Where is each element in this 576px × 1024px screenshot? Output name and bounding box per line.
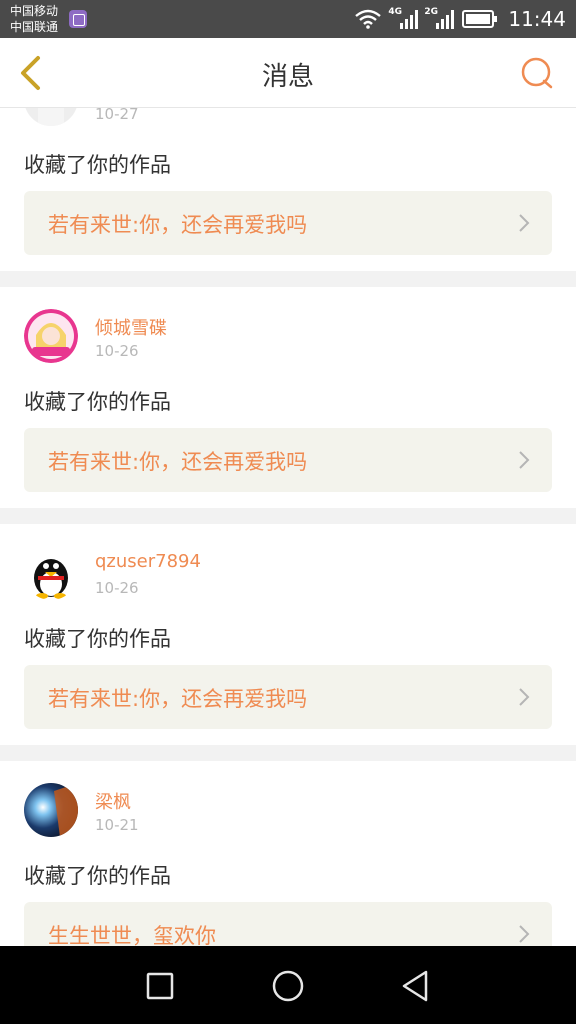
work-title: 若有来世:你，还会再爱我吗 — [48, 450, 308, 474]
avatar[interactable] — [24, 309, 78, 363]
work-link[interactable]: 若有来世:你，还会再爱我吗 — [24, 428, 552, 492]
carrier-1: 中国移动 — [10, 4, 59, 18]
work-link[interactable]: 生生世世，玺欢你 — [24, 902, 552, 946]
carrier-2: 中国联通 — [10, 20, 59, 34]
signal-1-icon: 4G — [388, 7, 419, 31]
square-icon[interactable] — [140, 966, 180, 1006]
action-text: 收藏了你的作品 — [24, 864, 171, 888]
avatar[interactable] — [24, 108, 78, 126]
message-card: 倾城雪碟 10-26 收藏了你的作品 若有来世:你，还会再爱我吗 — [0, 287, 576, 508]
wifi-icon — [355, 9, 382, 29]
work-link[interactable]: 若有来世:你，还会再爱我吗 — [24, 665, 552, 729]
action-text: 收藏了你的作品 — [24, 627, 171, 651]
action-text: 收藏了你的作品 — [24, 153, 171, 177]
work-title: 若有来世:你，还会再爱我吗 — [48, 213, 308, 237]
system-nav-bar — [0, 946, 576, 1024]
username[interactable]: qzuser7894 — [95, 551, 201, 572]
signal-2-icon: 2G — [424, 7, 456, 31]
message-card: 10-27 收藏了你的作品 若有来世:你，还会再爱我吗 — [0, 108, 576, 271]
triangle-back-icon[interactable] — [396, 966, 436, 1006]
work-link[interactable]: 若有来世:你，还会再爱我吗 — [24, 191, 552, 255]
chevron-right-icon — [519, 451, 530, 469]
clock: 11:44 — [508, 7, 566, 31]
message-card: 梁枫 10-21 收藏了你的作品 生生世世，玺欢你 — [0, 761, 576, 946]
chevron-right-icon — [519, 214, 530, 232]
message-date: 10-26 — [95, 579, 139, 597]
avatar[interactable] — [24, 546, 78, 600]
status-bar: 中国移动 中国联通 4G 2G 11:44 — [0, 0, 576, 38]
message-date: 10-21 — [95, 816, 139, 834]
username[interactable]: 梁枫 — [95, 788, 131, 814]
chat-bubble-icon[interactable] — [520, 56, 554, 90]
action-text: 收藏了你的作品 — [24, 390, 171, 414]
carrier-labels: 中国移动 中国联通 — [10, 3, 58, 35]
message-date: 10-26 — [95, 342, 139, 360]
circle-icon[interactable] — [268, 966, 308, 1006]
message-card: qzuser7894 10-26 收藏了你的作品 若有来世:你，还会再爱我吗 — [0, 524, 576, 745]
avatar[interactable] — [24, 783, 78, 837]
message-date: 10-27 — [95, 108, 139, 123]
message-list[interactable]: 10-27 收藏了你的作品 若有来世:你，还会再爱我吗 倾城雪碟 10-26 收… — [0, 108, 576, 946]
work-title: 若有来世:你，还会再爱我吗 — [48, 687, 308, 711]
work-title: 生生世世，玺欢你 — [48, 924, 216, 946]
username[interactable]: 倾城雪碟 — [95, 314, 167, 340]
notification-app-icon — [69, 10, 87, 28]
top-app-bar: 消息 — [0, 38, 576, 108]
chevron-right-icon — [519, 925, 530, 943]
page-title: 消息 — [261, 62, 314, 92]
chevron-right-icon — [519, 688, 530, 706]
battery-icon — [462, 10, 498, 28]
